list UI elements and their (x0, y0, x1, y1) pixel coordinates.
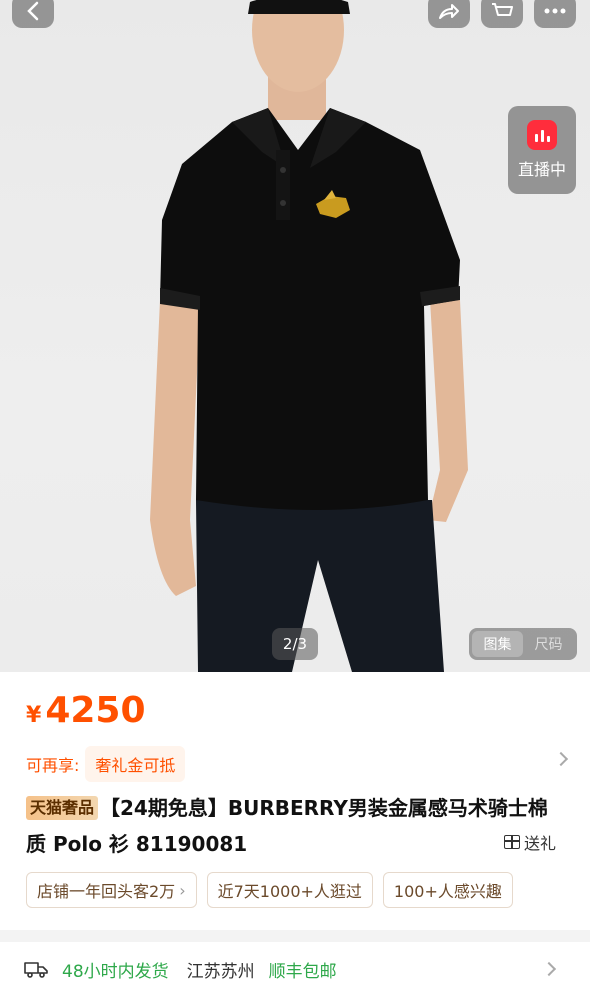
cart-icon (492, 3, 513, 16)
benefit-row[interactable]: 可再享: 奢礼金可抵 (26, 746, 569, 782)
chevron-right-icon (541, 961, 557, 977)
truck-icon (24, 962, 48, 978)
more-dots-icon (544, 8, 566, 14)
stat-tag-repeat-customers[interactable]: 店铺一年回头客2万 › (26, 872, 197, 908)
stat-tag-interested[interactable]: 100+人感兴趣 (382, 872, 513, 908)
gift-label: 送礼 (524, 834, 557, 853)
product-title-text: 【24期免息】BURBERRY男装金属感马术骑士棉质 Polo 衫 811900… (26, 796, 548, 856)
tmall-luxury-badge: 天猫奢品 (26, 796, 99, 820)
live-bars-icon (527, 120, 557, 150)
more-button[interactable] (534, 0, 576, 28)
gallery-view-switch[interactable]: 图集 尺码 (469, 628, 577, 660)
live-stream-badge[interactable]: 直播中 (508, 106, 576, 194)
back-button[interactable] (12, 0, 54, 28)
stat-tag-visitors[interactable]: 近7天1000+人逛过 (206, 872, 373, 908)
tab-gallery[interactable]: 图集 (472, 631, 523, 657)
live-label: 直播中 (517, 160, 566, 179)
shipping-row[interactable]: 48小时内发货 江苏苏州 顺丰包邮 (0, 942, 590, 996)
product-info: ¥ 4250 可再享: 奢礼金可抵 天猫奢品 【24期免息】BURBERRY男装金… (0, 672, 590, 930)
price-value: 4250 (45, 690, 146, 731)
shipping-free: 顺丰包邮 (268, 961, 337, 982)
currency-symbol: ¥ (26, 703, 42, 728)
chevron-left-icon (27, 1, 39, 21)
benefit-tag: 奢礼金可抵 (85, 746, 186, 782)
share-icon (439, 4, 459, 19)
shipping-speed: 48小时内发货 (62, 961, 169, 982)
gift-button[interactable]: 送礼 (504, 830, 556, 854)
product-photo (150, 0, 468, 672)
chevron-right-icon: › (179, 880, 186, 900)
section-divider (0, 930, 590, 942)
gift-icon (504, 835, 520, 849)
chevron-right-icon (553, 751, 569, 767)
gallery-page-indicator: 2/3 (272, 628, 318, 660)
product-gallery[interactable]: 直播中 2/3 图集 尺码 (0, 0, 590, 672)
price: ¥ 4250 (26, 690, 146, 731)
shipping-location: 江苏苏州 (186, 961, 255, 982)
product-title: 天猫奢品 【24期免息】BURBERRY男装金属感马术骑士棉质 Polo 衫 81… (26, 790, 566, 862)
tab-size[interactable]: 尺码 (523, 631, 574, 657)
benefit-label: 可再享: (26, 756, 80, 775)
share-button[interactable] (428, 0, 470, 28)
cart-button[interactable] (481, 0, 523, 28)
stat-tags: 店铺一年回头客2万 › 近7天1000+人逛过 100+人感兴趣 (26, 872, 590, 908)
